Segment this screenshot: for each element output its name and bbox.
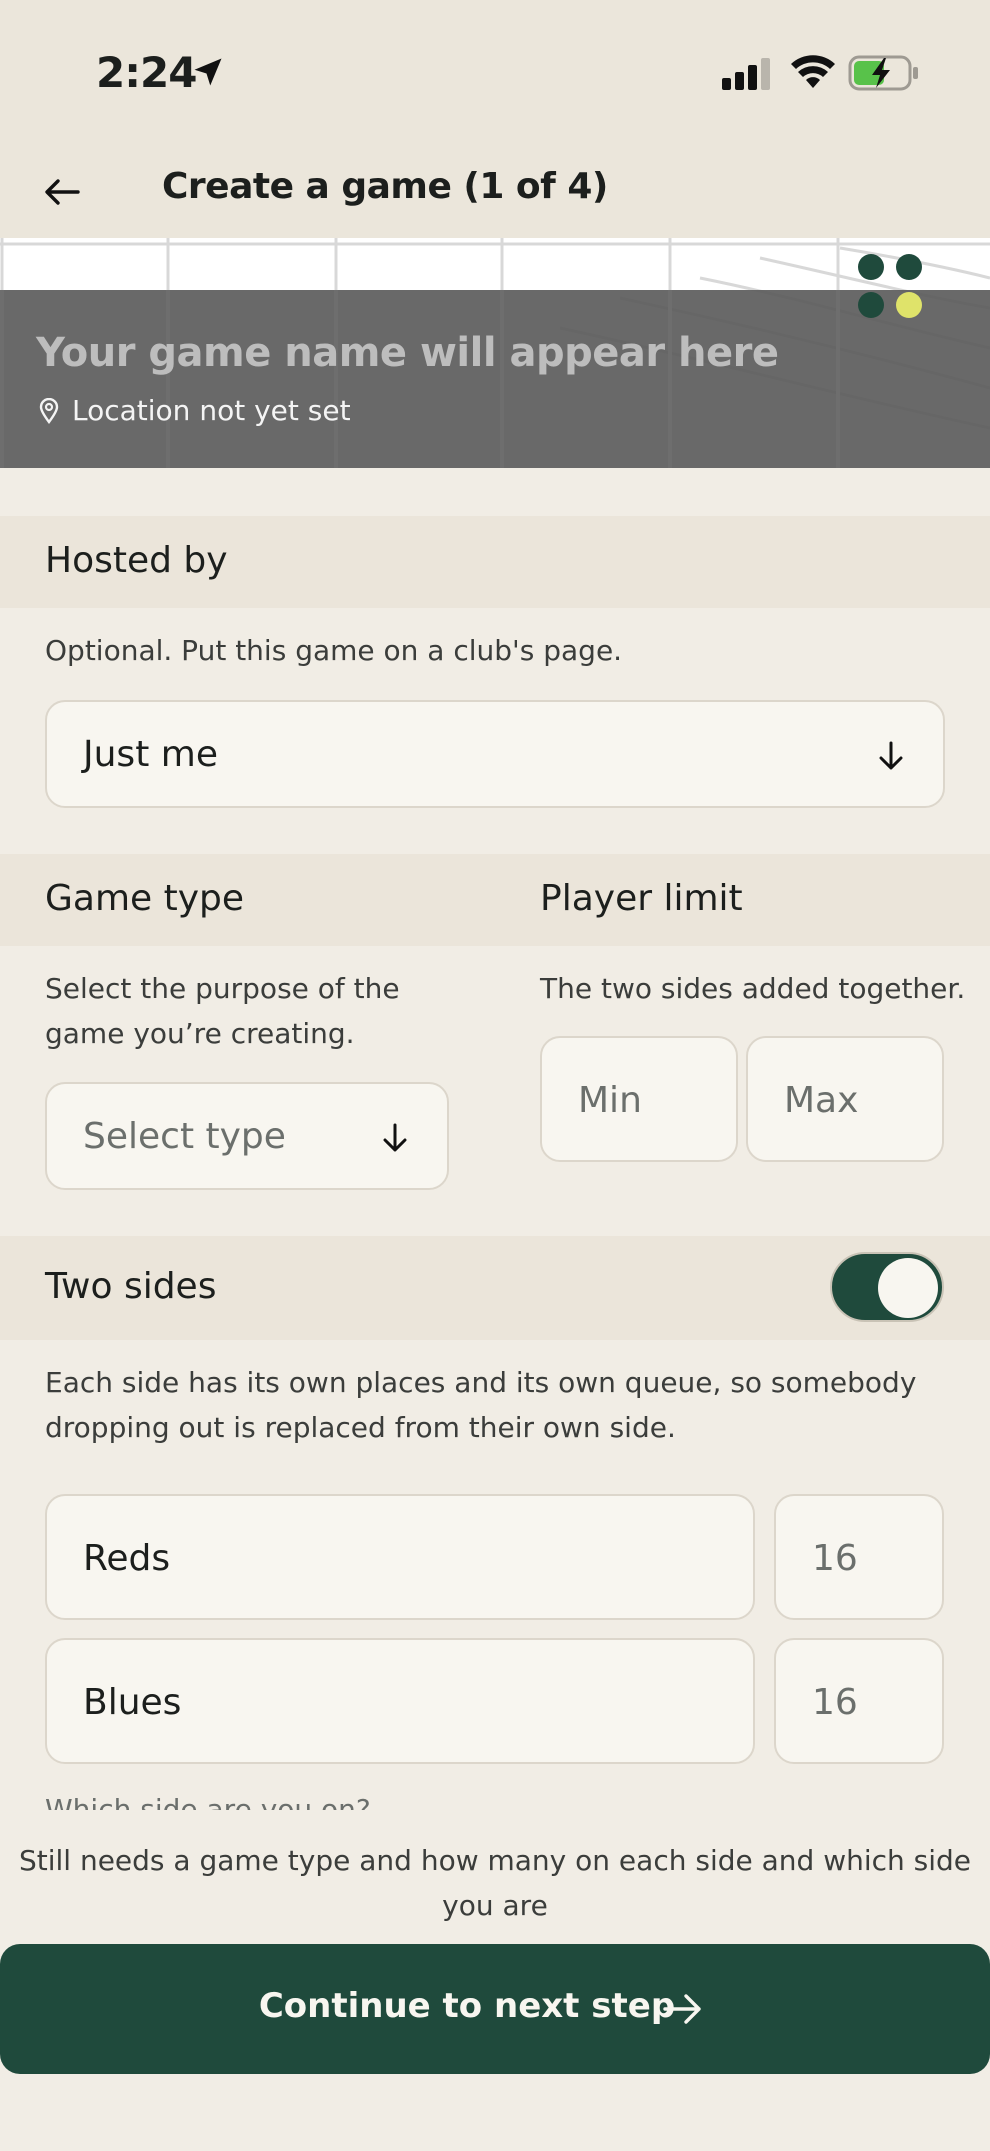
cellular-signal-icon (722, 58, 770, 90)
game-type-help-line1: Select the purpose of the (45, 972, 400, 1005)
arrow-down-icon (879, 741, 903, 770)
two-sides-label: Two sides (45, 1266, 217, 1307)
side-1-count-input[interactable]: 16 (774, 1494, 944, 1620)
side-2-count-input[interactable]: 16 (774, 1638, 944, 1764)
game-type-help-line2: game you’re creating. (45, 1017, 355, 1050)
side-choice-question: Which side are you on? (45, 1796, 371, 1810)
continue-label: Continue to next step (258, 1986, 676, 2026)
side-2-name: Blues (83, 1682, 182, 1723)
battery-charging-icon (848, 55, 918, 91)
page-title: Create a game (1 of 4) (162, 166, 608, 207)
continue-button[interactable]: Continue to next step (0, 1944, 990, 2074)
side-2-count: 16 (812, 1682, 858, 1723)
two-sides-toggle[interactable] (830, 1252, 944, 1322)
side-1-name: Reds (83, 1538, 171, 1579)
validation-message-line1: Still needs a game type and how many on … (18, 1844, 972, 1922)
hosted-by-select[interactable]: Just me (45, 700, 945, 808)
toggle-knob (878, 1258, 938, 1318)
back-arrow-icon[interactable] (42, 172, 82, 212)
side-1-name-input[interactable]: Reds (45, 1494, 755, 1620)
arrow-right-icon (663, 1994, 701, 2024)
game-type-select[interactable]: Select type (45, 1082, 449, 1190)
banner-game-name: Your game name will appear here (36, 330, 779, 376)
banner-location: Location not yet set (72, 394, 351, 427)
max-placeholder: Max (784, 1080, 859, 1121)
side-1-count: 16 (812, 1538, 858, 1579)
side-2-name-input[interactable]: Blues (45, 1638, 755, 1764)
arrow-down-icon (383, 1123, 407, 1152)
status-time: 2:24 (96, 48, 197, 97)
player-limit-min-input[interactable]: Min (540, 1036, 738, 1162)
player-limit-help: The two sides added together. (540, 972, 966, 1005)
map-pin-icon (39, 398, 59, 424)
min-placeholder: Min (578, 1080, 642, 1121)
hosted-by-value: Just me (83, 734, 218, 775)
location-arrow-icon (194, 58, 222, 86)
two-sides-help-line1: Each side has its own places and its own… (45, 1366, 917, 1399)
game-type-label: Game type (45, 878, 245, 919)
game-type-placeholder: Select type (83, 1116, 286, 1157)
two-sides-help-line2: dropping out is replaced from their own … (45, 1411, 676, 1444)
player-limit-max-input[interactable]: Max (746, 1036, 944, 1162)
player-limit-label: Player limit (540, 878, 743, 919)
hosted-by-label: Hosted by (45, 540, 228, 581)
logo-dots-icon (858, 254, 928, 324)
hosted-by-help: Optional. Put this game on a club's page… (45, 634, 623, 667)
wifi-icon (791, 55, 835, 88)
